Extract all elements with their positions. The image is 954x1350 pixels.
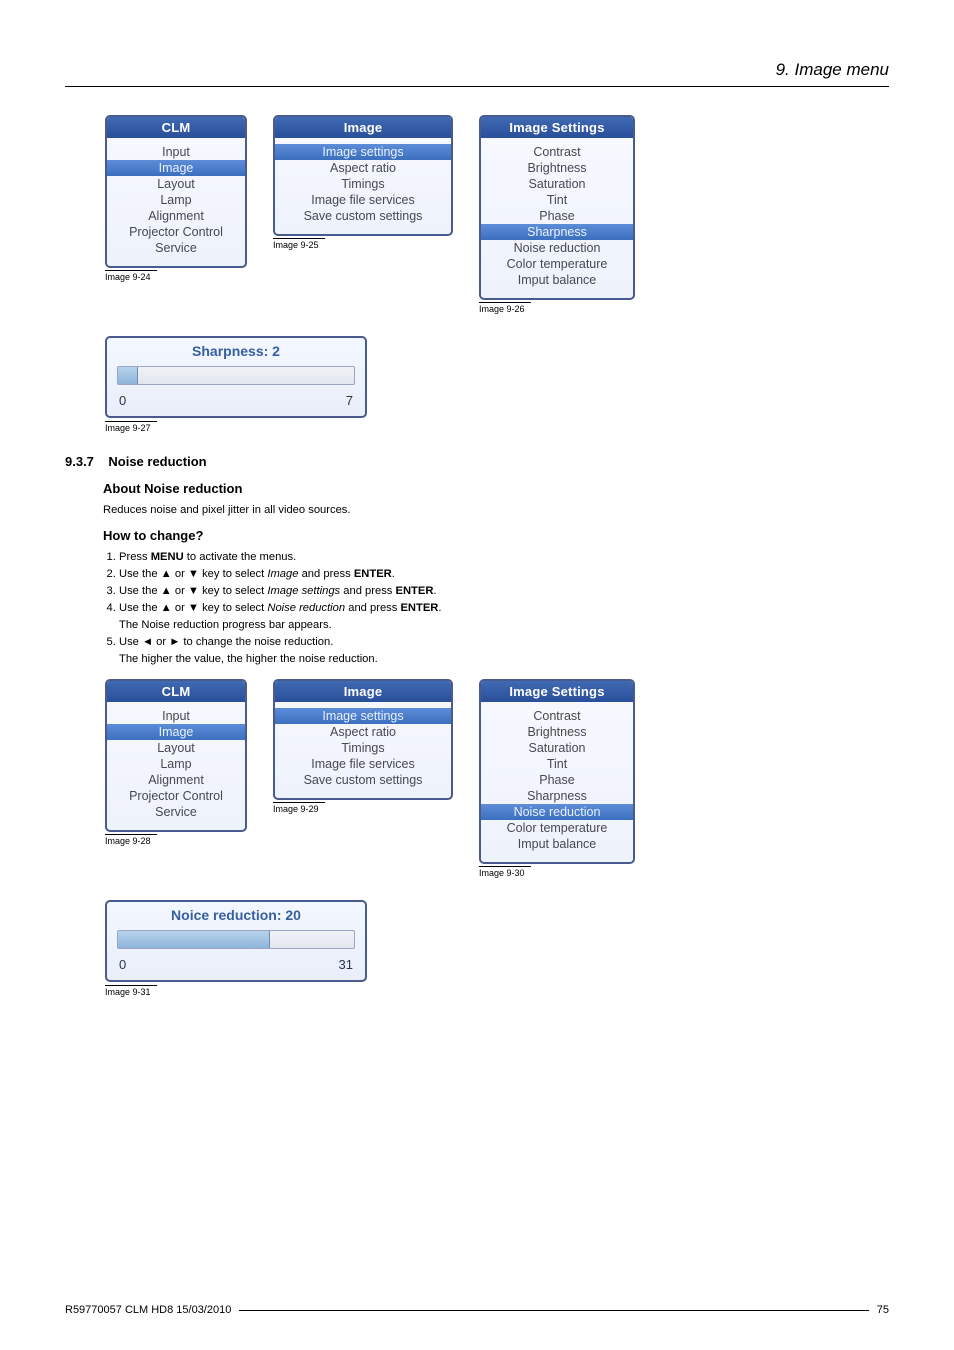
menu-item[interactable]: Noise reduction bbox=[481, 240, 633, 256]
menu-item[interactable]: Brightness bbox=[481, 160, 633, 176]
menu-item[interactable]: Alignment bbox=[107, 208, 245, 224]
menu-item[interactable]: Brightness bbox=[481, 724, 633, 740]
menu-item[interactable]: Input bbox=[107, 708, 245, 724]
slider-max: 7 bbox=[346, 393, 353, 408]
menu-title: CLM bbox=[107, 117, 245, 138]
menu-item[interactable]: Layout bbox=[107, 176, 245, 192]
slider-sharpness: Sharpness: 2 0 7 bbox=[105, 336, 367, 418]
menu-item[interactable]: Saturation bbox=[481, 176, 633, 192]
caption: Image 9-28 bbox=[105, 834, 157, 846]
menu-item[interactable]: Aspect ratio bbox=[275, 724, 451, 740]
menu-item[interactable]: Imput balance bbox=[481, 272, 633, 288]
footer-line bbox=[239, 1310, 868, 1311]
slider-sharpness-wrapper: Sharpness: 2 0 7 Image 9-27 bbox=[65, 336, 889, 436]
menu-item[interactable]: Phase bbox=[481, 208, 633, 224]
menu-title: Image bbox=[275, 681, 451, 702]
clm-menu: CLM InputImageLayoutLampAlignmentProjecto… bbox=[105, 115, 247, 268]
menu-item[interactable]: Save custom settings bbox=[275, 208, 451, 224]
caption: Image 9-29 bbox=[273, 802, 325, 814]
page-number: 75 bbox=[877, 1304, 889, 1316]
slider-track bbox=[107, 366, 365, 389]
menu-item[interactable]: Lamp bbox=[107, 192, 245, 208]
slider-title: Sharpness: 2 bbox=[107, 338, 365, 366]
slider-fill bbox=[118, 931, 270, 948]
caption: Image 9-27 bbox=[105, 421, 157, 433]
screenshot-row-1: CLMInputImageLayoutLampAlignmentProjecto… bbox=[105, 115, 889, 314]
menu-item[interactable]: Phase bbox=[481, 772, 633, 788]
menu-item[interactable]: Image bbox=[107, 160, 245, 176]
menu-item[interactable]: Projector Control bbox=[107, 224, 245, 240]
menu-item[interactable]: Layout bbox=[107, 740, 245, 756]
menu-item[interactable]: Service bbox=[107, 240, 245, 256]
caption: Image 9-25 bbox=[273, 238, 325, 250]
step: Use the ▲ or ▼ key to select Image and p… bbox=[119, 568, 889, 580]
settings-menu: Image Settings ContrastBrightnessSaturati… bbox=[479, 679, 635, 864]
caption: Image 9-31 bbox=[105, 985, 157, 997]
about-text: Reduces noise and pixel jitter in all vi… bbox=[103, 504, 889, 516]
howto-heading: How to change? bbox=[103, 528, 889, 543]
step: Press MENU to activate the menus. bbox=[119, 551, 889, 563]
menu-item[interactable]: Save custom settings bbox=[275, 772, 451, 788]
footer-left: R59770057 CLM HD8 15/03/2010 bbox=[65, 1304, 231, 1316]
menu-item[interactable]: Timings bbox=[275, 740, 451, 756]
section-heading: 9.3.7 Noise reduction bbox=[65, 454, 889, 469]
menu-title: Image bbox=[275, 117, 451, 138]
menu-item[interactable]: Image file services bbox=[275, 756, 451, 772]
menu-item[interactable]: Input bbox=[107, 144, 245, 160]
menu-item[interactable]: Saturation bbox=[481, 740, 633, 756]
step: Use the ▲ or ▼ key to select Noise reduc… bbox=[119, 602, 889, 631]
menu-item[interactable]: Alignment bbox=[107, 772, 245, 788]
menu-item[interactable]: Noise reduction bbox=[481, 804, 633, 820]
screenshot-row-2: CLMInputImageLayoutLampAlignmentProjecto… bbox=[105, 679, 889, 878]
slider-min: 0 bbox=[119, 957, 126, 972]
slider-noise: Noice reduction: 20 0 31 bbox=[105, 900, 367, 982]
menu-item[interactable]: Sharpness bbox=[481, 788, 633, 804]
caption: Image 9-24 bbox=[105, 270, 157, 282]
slider-min: 0 bbox=[119, 393, 126, 408]
menu-item[interactable]: Lamp bbox=[107, 756, 245, 772]
menu-item[interactable]: Projector Control bbox=[107, 788, 245, 804]
menu-title: Image Settings bbox=[481, 681, 633, 702]
menu-item[interactable]: Color temperature bbox=[481, 256, 633, 272]
menu-item[interactable]: Contrast bbox=[481, 708, 633, 724]
caption: Image 9-26 bbox=[479, 302, 531, 314]
menu-title: CLM bbox=[107, 681, 245, 702]
slider-max: 31 bbox=[339, 957, 353, 972]
menu-item[interactable]: Timings bbox=[275, 176, 451, 192]
menu-item[interactable]: Imput balance bbox=[481, 836, 633, 852]
clm-menu: CLM InputImageLayoutLampAlignmentProjecto… bbox=[105, 679, 247, 832]
menu-item[interactable]: Tint bbox=[481, 192, 633, 208]
menu-item[interactable]: Image bbox=[107, 724, 245, 740]
slider-title: Noice reduction: 20 bbox=[107, 902, 365, 930]
caption: Image 9-30 bbox=[479, 866, 531, 878]
step: Use ◄ or ► to change the noise reduction… bbox=[119, 636, 889, 665]
menu-title: Image Settings bbox=[481, 117, 633, 138]
menu-item[interactable]: Image settings bbox=[275, 144, 451, 160]
menu-item[interactable]: Image file services bbox=[275, 192, 451, 208]
slider-fill bbox=[118, 367, 138, 384]
menu-item[interactable]: Image settings bbox=[275, 708, 451, 724]
settings-menu: Image Settings ContrastBrightnessSaturati… bbox=[479, 115, 635, 300]
image-menu: Image Image settingsAspect ratioTimingsIm… bbox=[273, 115, 453, 236]
menu-item[interactable]: Color temperature bbox=[481, 820, 633, 836]
chapter-title: 9. Image menu bbox=[65, 60, 889, 80]
steps-list: Press MENU to activate the menus. Use the… bbox=[103, 551, 889, 665]
about-heading: About Noise reduction bbox=[103, 481, 889, 496]
slider-track bbox=[107, 930, 365, 953]
image-menu: Image Image settingsAspect ratioTimingsIm… bbox=[273, 679, 453, 800]
menu-item[interactable]: Contrast bbox=[481, 144, 633, 160]
step: Use the ▲ or ▼ key to select Image setti… bbox=[119, 585, 889, 597]
menu-item[interactable]: Tint bbox=[481, 756, 633, 772]
slider-noise-wrapper: Noice reduction: 20 0 31 Image 9-31 bbox=[65, 900, 889, 1000]
page-footer: R59770057 CLM HD8 15/03/2010 75 bbox=[65, 1304, 889, 1316]
menu-item[interactable]: Service bbox=[107, 804, 245, 820]
menu-item[interactable]: Sharpness bbox=[481, 224, 633, 240]
divider bbox=[65, 86, 889, 87]
menu-item[interactable]: Aspect ratio bbox=[275, 160, 451, 176]
